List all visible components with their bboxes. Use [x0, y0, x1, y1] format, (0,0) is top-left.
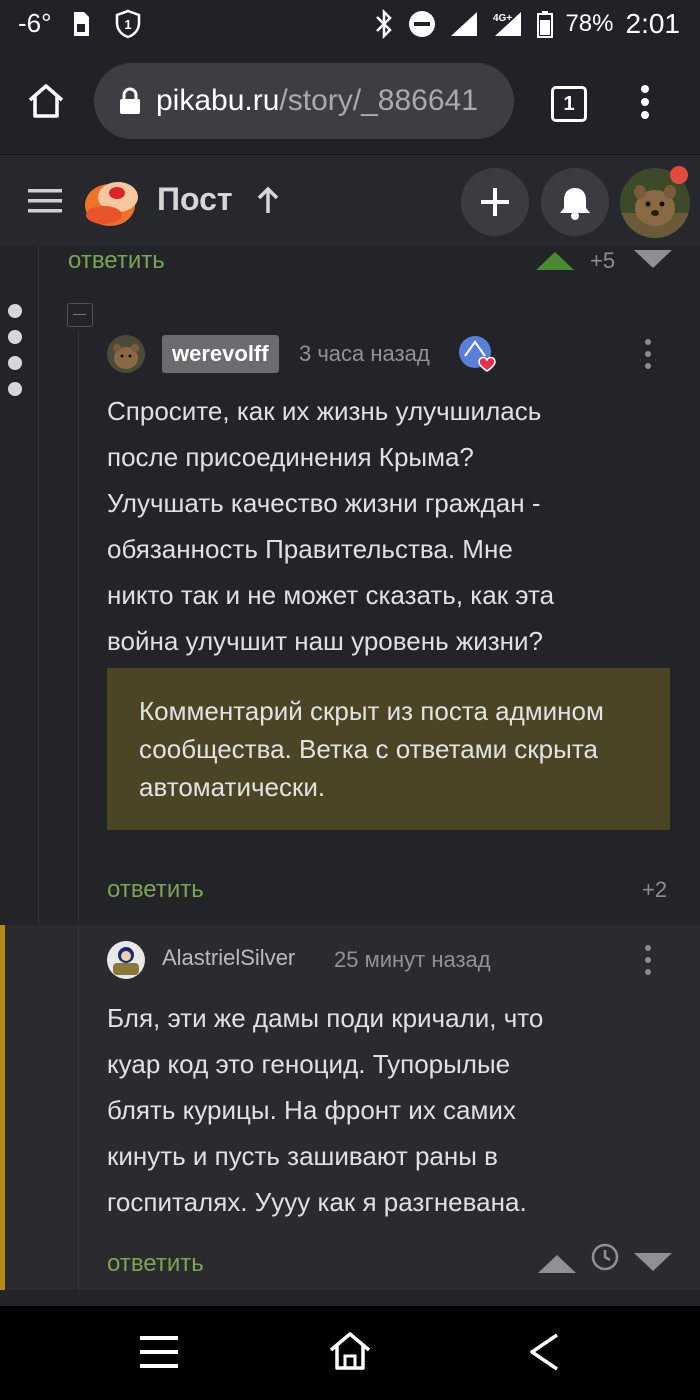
url-text: pikabu.ru/story/_886641 — [156, 84, 478, 118]
depth-dot — [8, 304, 22, 318]
comment-line: госпиталях. Уууу как я разгневана. — [107, 1187, 527, 1217]
comment-line: Спросите, как их жизнь улучшилась — [107, 396, 542, 426]
app-header: Пост — [0, 154, 700, 247]
bluetooth-icon — [376, 9, 393, 39]
reply-link[interactable]: ответить — [107, 1250, 204, 1278]
notification-dot — [670, 166, 688, 184]
depth-dot — [8, 382, 22, 396]
comment-score: +5 — [590, 248, 616, 273]
thread-depth-indicator[interactable] — [8, 304, 24, 408]
temperature-label: -6° — [18, 8, 52, 38]
status-bar: -6° 1 4G+ 78% 2:01 — [0, 0, 700, 50]
browser-toolbar: pikabu.ru/story/_886641 1 — [0, 50, 700, 154]
comment-time[interactable]: 25 минут назад — [334, 947, 491, 973]
clock-label: 2:01 — [625, 8, 681, 39]
nav-back-icon[interactable] — [527, 1332, 561, 1372]
comment-score: +2 — [642, 877, 668, 902]
section-divider — [0, 1290, 700, 1306]
award-badge-icon — [459, 336, 496, 372]
nav-menu-icon[interactable] — [140, 1334, 178, 1370]
battery-icon — [537, 11, 554, 38]
comment-line: Улучшать качество жизни граждан - — [107, 488, 541, 518]
comment-time[interactable]: 3 часа назад — [299, 341, 430, 367]
comment-line: кинуть и пусть зашивают раны в — [107, 1141, 498, 1171]
collapse-thread-button[interactable] — [67, 303, 93, 327]
plus-icon — [481, 188, 509, 216]
arrow-up-icon[interactable] — [255, 185, 281, 215]
comment-line: куар код это геноцид. Тупорылые — [107, 1049, 511, 1079]
comment-line: война улучшит наш уровень жизни? — [107, 626, 544, 656]
url-path: /story/_886641 — [279, 84, 478, 117]
signal-4g-icon: 4G+ — [493, 12, 522, 36]
lock-icon — [120, 87, 140, 114]
pikabu-logo[interactable] — [82, 171, 140, 229]
reply-link[interactable]: ответить — [107, 876, 204, 904]
page-title: Пост — [157, 181, 233, 217]
home-icon[interactable] — [26, 82, 66, 120]
thread-line — [78, 925, 79, 1290]
svg-text:1: 1 — [124, 17, 131, 32]
upvote-icon[interactable] — [536, 250, 574, 270]
hamburger-icon[interactable] — [28, 188, 62, 214]
clock-icon — [591, 1243, 619, 1271]
comment-line: после присоединения Крыма? — [107, 442, 474, 472]
comment-line: обязанность Правительства. Мне — [107, 534, 513, 564]
depth-dot — [8, 330, 22, 344]
shield-icon: 1 — [115, 9, 141, 39]
comment-text: Бля, эти же дамы поди кричали, что куар … — [107, 995, 543, 1225]
thread-line — [78, 330, 79, 920]
kebab-icon[interactable] — [644, 944, 652, 976]
commenter-avatar[interactable] — [107, 335, 145, 373]
address-bar[interactable]: pikabu.ru/story/_886641 — [94, 63, 514, 139]
bell-icon — [560, 188, 590, 220]
downvote-icon[interactable] — [634, 1253, 672, 1273]
nav-home-icon[interactable] — [328, 1330, 372, 1372]
commenter-avatar[interactable] — [107, 941, 145, 979]
notifications-button[interactable] — [541, 168, 609, 236]
url-domain: pikabu.ru — [156, 84, 280, 117]
depth-dot — [8, 356, 22, 370]
sim-card-icon — [74, 12, 89, 36]
do-not-disturb-icon — [409, 11, 436, 37]
comment-line: никто так и не может сказать, как эта — [107, 580, 555, 610]
menu-icon[interactable] — [640, 84, 650, 120]
add-post-button[interactable] — [461, 168, 529, 236]
upvote-icon[interactable] — [538, 1253, 576, 1273]
comment-line: блять курицы. На фронт их самих — [107, 1095, 516, 1125]
cartoon-avatar-image — [107, 941, 145, 979]
system-nav-bar — [0, 1306, 700, 1400]
reply-link[interactable]: ответить — [68, 247, 165, 275]
kebab-icon[interactable] — [644, 338, 652, 370]
hidden-comment-notice: Комментарий скрыт из поста админом сообщ… — [107, 668, 670, 830]
quokka-avatar-image — [107, 335, 145, 373]
downvote-icon[interactable] — [634, 250, 672, 270]
hidden-notice-text: Комментарий скрыт из поста админом сообщ… — [139, 696, 604, 802]
username-badge[interactable]: werevolff — [162, 335, 279, 373]
new-comment-indicator — [0, 925, 5, 1290]
comment-text: Спросите, как их жизнь улучшилась после … — [107, 388, 554, 664]
comment-author[interactable]: AlastrielSilver — [162, 945, 295, 971]
svg-text:4G+: 4G+ — [493, 13, 512, 24]
battery-label: 78% — [565, 10, 614, 37]
tabs-button[interactable]: 1 — [551, 86, 587, 122]
signal-icon — [451, 12, 478, 36]
comment-line: Бля, эти же дамы поди кричали, что — [107, 1003, 544, 1033]
